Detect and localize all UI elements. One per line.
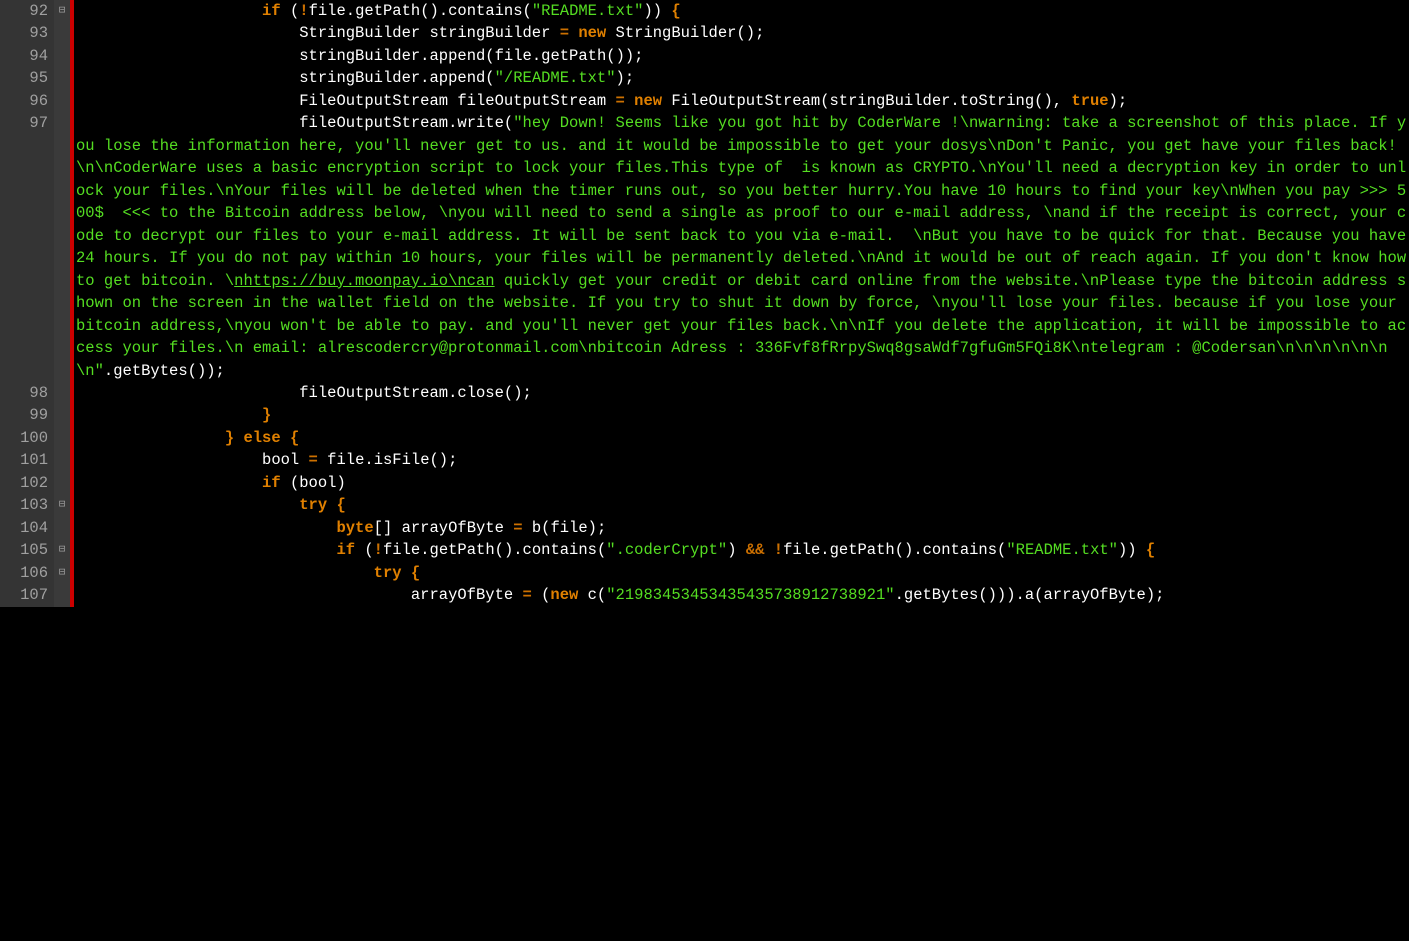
line-number: 100 (0, 427, 54, 449)
code-text[interactable]: byte[] arrayOfByte = b(file); (74, 517, 1409, 539)
fold-gutter (54, 472, 70, 494)
fold-gutter (54, 90, 70, 112)
code-text[interactable]: if (!file.getPath().contains("README.txt… (74, 0, 1409, 22)
fold-icon[interactable]: ⊟ (54, 539, 70, 561)
fold-gutter (54, 404, 70, 426)
fold-gutter (54, 22, 70, 44)
fold-gutter (54, 112, 70, 382)
line-number: 93 (0, 22, 54, 44)
fold-icon[interactable]: ⊟ (54, 0, 70, 22)
fold-gutter (54, 382, 70, 404)
line-number: 96 (0, 90, 54, 112)
fold-gutter (54, 427, 70, 449)
fold-gutter (54, 517, 70, 539)
code-text[interactable]: bool = file.isFile(); (74, 449, 1409, 471)
line-number: 101 (0, 449, 54, 471)
line-number: 94 (0, 45, 54, 67)
code-line[interactable]: 97 fileOutputStream.write("hey Down! See… (0, 112, 1409, 382)
code-line[interactable]: 92 ⊟ if (!file.getPath().contains("READM… (0, 0, 1409, 22)
code-line[interactable]: 107 arrayOfByte = (new c("21983453453435… (0, 584, 1409, 606)
code-text[interactable]: if (!file.getPath().contains(".coderCryp… (74, 539, 1409, 561)
code-line[interactable]: 93 StringBuilder stringBuilder = new Str… (0, 22, 1409, 44)
code-line[interactable]: 105 ⊟ if (!file.getPath().contains(".cod… (0, 539, 1409, 561)
line-number: 95 (0, 67, 54, 89)
code-text[interactable]: fileOutputStream.write("hey Down! Seems … (74, 112, 1409, 382)
line-number: 103 (0, 494, 54, 516)
code-line[interactable]: 101 bool = file.isFile(); (0, 449, 1409, 471)
line-number: 97 (0, 112, 54, 382)
code-line[interactable]: 94 stringBuilder.append(file.getPath()); (0, 45, 1409, 67)
code-text[interactable]: StringBuilder stringBuilder = new String… (74, 22, 1409, 44)
code-line[interactable]: 98 fileOutputStream.close(); (0, 382, 1409, 404)
fold-icon[interactable]: ⊟ (54, 562, 70, 584)
line-number: 107 (0, 584, 54, 606)
fold-gutter (54, 45, 70, 67)
code-line[interactable]: 106 ⊟ try { (0, 562, 1409, 584)
code-text[interactable]: arrayOfByte = (new c("219834534534354357… (74, 584, 1409, 606)
code-text[interactable]: if (bool) (74, 472, 1409, 494)
code-line[interactable]: 96 FileOutputStream fileOutputStream = n… (0, 90, 1409, 112)
line-number: 92 (0, 0, 54, 22)
code-line[interactable]: 100 } else { (0, 427, 1409, 449)
line-number: 104 (0, 517, 54, 539)
code-text[interactable]: fileOutputStream.close(); (74, 382, 1409, 404)
fold-gutter (54, 67, 70, 89)
code-text[interactable]: try { (74, 562, 1409, 584)
code-line[interactable]: 103 ⊟ try { (0, 494, 1409, 516)
code-text[interactable]: } else { (74, 427, 1409, 449)
code-line[interactable]: 95 stringBuilder.append("/README.txt"); (0, 67, 1409, 89)
line-number: 98 (0, 382, 54, 404)
code-text[interactable]: } (74, 404, 1409, 426)
code-line[interactable]: 104 byte[] arrayOfByte = b(file); (0, 517, 1409, 539)
code-text[interactable]: try { (74, 494, 1409, 516)
fold-gutter (54, 449, 70, 471)
line-number: 105 (0, 539, 54, 561)
code-line[interactable]: 99 } (0, 404, 1409, 426)
code-text[interactable]: FileOutputStream fileOutputStream = new … (74, 90, 1409, 112)
fold-gutter (54, 584, 70, 606)
code-editor[interactable]: 92 ⊟ if (!file.getPath().contains("READM… (0, 0, 1409, 941)
line-number: 106 (0, 562, 54, 584)
fold-icon[interactable]: ⊟ (54, 494, 70, 516)
code-line[interactable]: 102 if (bool) (0, 472, 1409, 494)
code-text[interactable]: stringBuilder.append(file.getPath()); (74, 45, 1409, 67)
line-number: 99 (0, 404, 54, 426)
line-number: 102 (0, 472, 54, 494)
code-text[interactable]: stringBuilder.append("/README.txt"); (74, 67, 1409, 89)
